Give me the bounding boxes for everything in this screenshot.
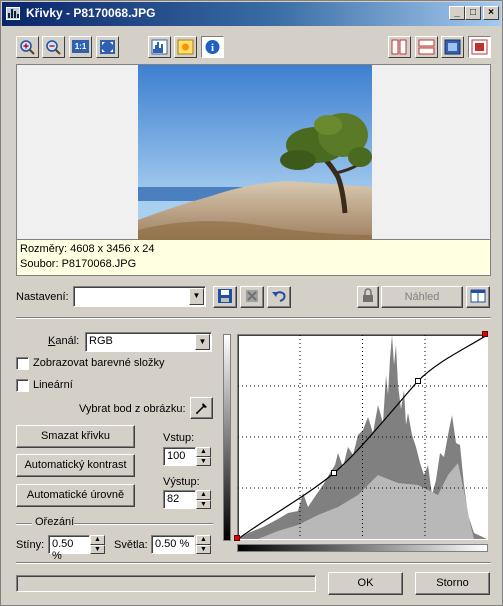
show-components-checkbox[interactable] [16,357,29,370]
minimize-button[interactable]: _ [449,6,465,20]
undo-button[interactable] [267,286,291,308]
divider [16,317,491,319]
maximize-button[interactable]: □ [465,6,481,20]
layout-toggle-button[interactable] [466,286,490,308]
view-framed-button[interactable] [468,36,491,58]
spin-up-icon[interactable]: ▲ [196,535,211,545]
fit-to-window-button[interactable] [96,36,119,58]
preview-photo [138,65,372,240]
spin-down-icon[interactable]: ▼ [196,456,211,466]
spin-up-icon[interactable]: ▲ [196,447,211,457]
histogram-button[interactable] [148,36,171,58]
pick-point-button[interactable] [190,397,213,419]
presets-dropdown[interactable]: ▼ [73,286,206,307]
curve-point [415,378,421,384]
undo-icon [272,291,286,302]
linear-checkbox[interactable] [16,379,29,392]
spin-down-icon[interactable]: ▼ [196,544,211,554]
info-icon: i [205,40,220,54]
lock-preview-button[interactable] [357,286,379,308]
shadows-spinner[interactable]: ▲ ▼ [90,535,105,554]
progress-bar [16,575,316,592]
curve-graph[interactable] [237,334,488,540]
show-components-label[interactable]: Zobrazovat barevné složky [33,357,164,369]
layout-icon [470,289,486,303]
view-single-button[interactable] [441,36,464,58]
zoom-out-icon [46,40,61,55]
fit-icon [100,40,115,54]
output-field[interactable]: 82 [163,490,196,509]
output-spinner[interactable]: ▲ ▼ [196,490,211,509]
split-horizontal-icon [418,39,435,55]
window-title: Křivky - P8170068.JPG [26,6,156,20]
channel-value: RGB [89,335,113,347]
preview-button[interactable]: Náhled [381,286,463,308]
highlights-spinner[interactable]: ▲ ▼ [196,535,211,554]
delete-preset-button[interactable] [240,286,264,308]
close-button[interactable]: × [483,6,499,20]
framed-view-icon [471,39,488,55]
one-to-one-icon: 1:1 [72,40,89,53]
zoom-out-button[interactable] [42,36,65,58]
shadows-field[interactable]: 0.50 % [48,535,90,562]
cancel-button[interactable]: Storno [415,572,490,595]
curve-endpoint-bottom[interactable] [234,535,240,541]
divider [16,562,491,564]
single-view-icon [444,39,461,55]
output-gradient-bar [237,544,488,552]
title-bar[interactable]: Křivky - P8170068.JPG _ □ × [2,2,501,26]
view-split-horizontal-button[interactable] [415,36,438,58]
reset-curve-button[interactable]: Smazat křivku [16,425,135,448]
presets-label: Nastavení: [16,291,69,303]
split-vertical-icon [391,39,407,55]
dimensions-text: Rozměry: 4608 x 3456 x 24 [20,243,155,255]
curve-point [331,470,337,476]
curve-editor[interactable] [237,334,488,540]
clipping-group-label: Ořezání [35,516,75,528]
save-preset-button[interactable] [213,286,237,308]
zoom-in-icon [20,40,35,55]
auto-levels-button[interactable]: Automatické úrovně [16,484,135,507]
clipping-divider-right [74,523,213,525]
input-label: Vstup: [163,432,195,444]
linear-label[interactable]: Lineární [33,379,73,391]
channel-dropdown[interactable]: RGB ▼ [85,332,212,352]
curve-endpoint-top[interactable] [482,331,488,337]
view-split-vertical-button[interactable] [388,36,411,58]
spin-down-icon[interactable]: ▼ [196,499,211,509]
shadows-label: Stíny: [16,539,45,551]
spin-up-icon[interactable]: ▲ [196,490,211,500]
chevron-down-icon[interactable]: ▼ [195,334,210,350]
eyedropper-icon [196,403,207,414]
input-gradient-bar [223,334,231,541]
input-spinner[interactable]: ▲ ▼ [196,447,211,466]
zoom-in-button[interactable] [16,36,39,58]
clipping-divider-left [16,523,32,525]
info-button[interactable]: i [201,36,224,58]
floppy-disk-icon [218,289,232,303]
lock-icon [363,288,373,302]
app-icon [6,7,20,20]
spin-up-icon[interactable]: ▲ [90,535,105,545]
pick-point-label: Vybrat bod z obrázku: [79,403,186,415]
exposure-button[interactable] [174,36,197,58]
auto-contrast-button[interactable]: Automatický kontrast [16,454,135,477]
histogram-icon [151,39,168,55]
image-preview[interactable] [16,64,491,240]
curves-dialog: Křivky - P8170068.JPG _ □ × 1:1 i Rozměr… [0,0,503,606]
input-field[interactable]: 100 [163,447,196,466]
highlights-label: Světla: [114,539,148,551]
highlights-field[interactable]: 0.50 % [151,535,195,554]
spin-down-icon[interactable]: ▼ [90,544,105,554]
svg-text:i: i [211,42,214,54]
file-name-text: Soubor: P8170068.JPG [20,258,137,270]
output-label: Výstup: [163,476,200,488]
channel-label: Kanál: [48,335,80,347]
actual-size-button[interactable]: 1:1 [69,36,92,58]
image-info-panel: Rozměry: 4608 x 3456 x 24 Soubor: P81700… [16,240,491,276]
ok-button[interactable]: OK [328,572,403,595]
delete-icon [246,290,258,302]
chevron-down-icon[interactable]: ▼ [189,288,204,305]
exposure-icon [177,39,194,55]
